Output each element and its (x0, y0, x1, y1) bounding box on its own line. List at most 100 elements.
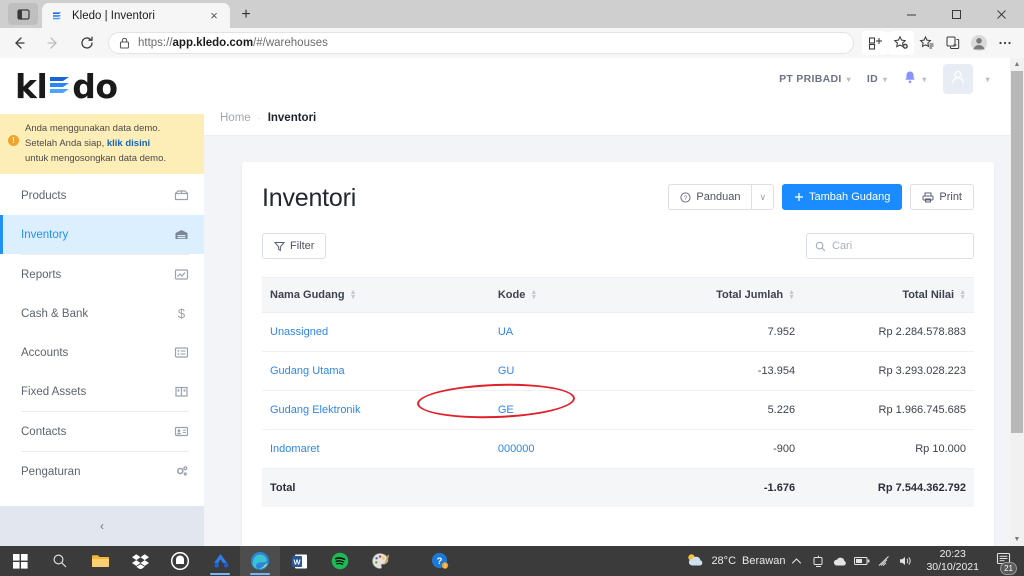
cloud-icon[interactable] (829, 546, 851, 576)
column-header-total-jumlah[interactable]: Total Jumlah ▲ ▼ (632, 277, 804, 313)
favorites-icon[interactable] (914, 31, 940, 55)
dropbox-icon[interactable] (120, 546, 160, 576)
maximize-button[interactable] (934, 0, 979, 28)
plus-icon (794, 192, 804, 202)
company-selector[interactable]: PT PRIBADI ▾ (779, 73, 851, 85)
minimize-button[interactable] (889, 0, 934, 28)
scroll-down-arrow[interactable]: ▼ (1010, 533, 1024, 546)
cell-nama-gudang[interactable]: Gudang Elektronik (262, 390, 490, 430)
avatar[interactable] (942, 64, 973, 94)
column-header-kode[interactable]: Kode ▲ ▼ (489, 277, 633, 313)
browser-tab[interactable]: Kledo | Inventori × (42, 3, 230, 28)
sort-icon[interactable]: ▲ ▼ (788, 289, 795, 301)
taskbar-clock[interactable]: 20:23 30/10/2021 (917, 548, 988, 574)
page-scrollbar[interactable]: ▲ ▼ (1010, 58, 1024, 546)
file-explorer-icon[interactable] (80, 546, 120, 576)
panduan-button[interactable]: ? Panduan (668, 184, 752, 210)
list-box-icon (174, 345, 189, 360)
wifi-icon[interactable] (873, 546, 895, 576)
kode-link[interactable]: 000000 (498, 443, 535, 455)
kode-link[interactable]: UA (498, 326, 513, 338)
profile-icon[interactable] (966, 31, 992, 55)
start-icon[interactable] (0, 546, 40, 576)
cell-kode[interactable]: GE (489, 390, 633, 430)
app-dark-icon[interactable] (160, 546, 200, 576)
notifications-button[interactable]: ▾ (903, 70, 926, 88)
sidebar-item-fixed-assets[interactable]: Fixed Assets (0, 372, 204, 411)
cell-kode[interactable]: GU (489, 351, 633, 391)
back-icon[interactable] (4, 29, 34, 57)
sort-icon[interactable]: ▲ ▼ (530, 289, 537, 301)
add-warehouse-button[interactable]: Tambah Gudang (782, 184, 903, 210)
paint-icon[interactable] (360, 546, 400, 576)
help-circle-icon[interactable]: ?! (420, 546, 460, 576)
cell-total-jumlah: -13.954 (632, 351, 804, 391)
sort-icon[interactable]: ▲ ▼ (959, 289, 966, 301)
word-icon[interactable]: W (280, 546, 320, 576)
site-info-lock-icon[interactable] (119, 37, 130, 49)
table-row[interactable]: Gudang Utama GU -13.954 Rp 3.293.028.223 (262, 351, 974, 391)
table-row[interactable]: Indomaret 000000 -900 Rp 10.000 (262, 429, 974, 469)
sidebar-item-inventory[interactable]: Inventory (0, 215, 204, 254)
tab-actions-icon[interactable] (8, 3, 38, 25)
kledo-logo[interactable]: kl do (0, 58, 204, 114)
warehouse-link[interactable]: Indomaret (270, 443, 320, 455)
edge-icon[interactable] (240, 546, 280, 576)
panduan-dropdown-button[interactable]: ∨ (751, 184, 775, 210)
action-center-button[interactable]: 21 (988, 546, 1018, 576)
volume-icon[interactable] (895, 546, 917, 576)
battery-icon[interactable] (851, 546, 873, 576)
kode-link[interactable]: GU (498, 365, 515, 377)
settings-menu-icon[interactable] (992, 31, 1018, 55)
breadcrumb-home[interactable]: Home (220, 112, 251, 124)
close-button[interactable] (979, 0, 1024, 28)
chevron-up-icon[interactable] (785, 546, 807, 576)
sidebar-item-contacts[interactable]: Contacts (0, 412, 204, 451)
search-input[interactable] (832, 240, 965, 252)
column-header-nama-gudang[interactable]: Nama Gudang ▲ ▼ (262, 277, 490, 313)
cell-kode[interactable]: UA (489, 312, 633, 352)
search-icon[interactable] (40, 546, 80, 576)
print-button[interactable]: Print (910, 184, 974, 210)
cell-nama-gudang[interactable]: Indomaret (262, 429, 490, 469)
spotify-icon[interactable] (320, 546, 360, 576)
table-row[interactable]: Unassigned UA 7.952 Rp 2.284.578.883 (262, 312, 974, 352)
sort-icon[interactable]: ▲ ▼ (350, 289, 357, 301)
cell-kode[interactable]: 000000 (489, 429, 633, 469)
avatar-menu-caret[interactable]: ▾ (981, 75, 990, 84)
warehouse-link[interactable]: Gudang Utama (270, 365, 345, 377)
close-tab-icon[interactable]: × (206, 8, 222, 24)
warehouse-link[interactable]: Gudang Elektronik (270, 404, 361, 416)
reload-icon[interactable] (72, 29, 102, 57)
new-tab-button[interactable]: + (236, 5, 256, 25)
sidebar-item-products[interactable]: Products (0, 176, 204, 215)
sidebar-collapse-button[interactable]: ‹ (0, 506, 204, 546)
onedrive-sync-icon[interactable] (807, 546, 829, 576)
add-favorite-icon[interactable] (888, 31, 914, 55)
sidebar-item-accounts[interactable]: Accounts (0, 333, 204, 372)
column-header-total-nilai[interactable]: Total Nilai ▲ ▼ (803, 277, 974, 313)
demo-banner-text: Anda menggunakan data demo. Setelah Anda… (25, 121, 166, 166)
weather-widget[interactable]: 28°C Berawan (685, 552, 785, 571)
table-row[interactable]: Gudang Elektronik GE 5.226 Rp 1.966.745.… (262, 390, 974, 430)
search-box[interactable] (806, 233, 974, 259)
app-blue-icon[interactable] (200, 546, 240, 576)
collections-icon[interactable] (940, 31, 966, 55)
sidebar-item-reports[interactable]: Reports (0, 255, 204, 294)
language-selector[interactable]: ID ▾ (867, 73, 887, 85)
scrollbar-thumb[interactable] (1011, 71, 1023, 433)
sidebar-item-cash-bank[interactable]: Cash & Bank $ (0, 294, 204, 333)
address-bar[interactable]: https://app.kledo.com/#/warehouses (108, 32, 854, 54)
demo-banner-link[interactable]: klik disini (107, 138, 150, 149)
split-screen-icon[interactable] (862, 31, 888, 55)
sidebar-item-pengaturan[interactable]: Pengaturan (0, 452, 204, 491)
warehouse-link[interactable]: Unassigned (270, 326, 328, 338)
filter-button[interactable]: Filter (262, 233, 327, 259)
sidebar-item-label: Reports (21, 268, 62, 281)
kode-link[interactable]: GE (498, 404, 514, 416)
scroll-up-arrow[interactable]: ▲ (1010, 58, 1024, 71)
contact-card-icon (174, 424, 189, 439)
cell-nama-gudang[interactable]: Unassigned (262, 312, 490, 352)
clock-time: 20:23 (939, 548, 966, 560)
cell-nama-gudang[interactable]: Gudang Utama (262, 351, 490, 391)
